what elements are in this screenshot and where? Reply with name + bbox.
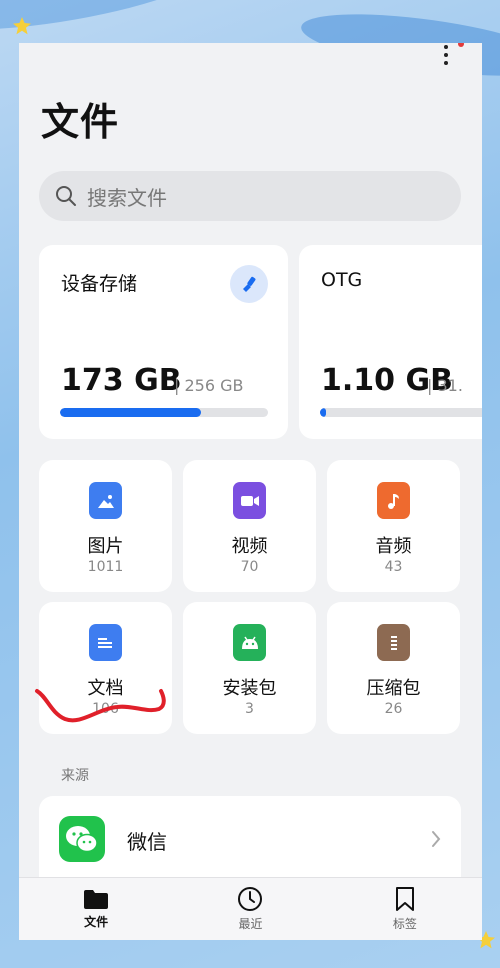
category-label: 音频 — [375, 536, 412, 557]
image-icon — [89, 482, 122, 519]
storage-progress-fill — [320, 408, 326, 417]
android-icon — [233, 624, 266, 661]
video-icon — [233, 482, 266, 519]
category-label: 图片 — [87, 536, 124, 557]
category-label: 文档 — [87, 678, 124, 699]
bookmark-icon — [395, 887, 414, 911]
category-label: 视频 — [231, 536, 268, 557]
category-count: 106 — [92, 701, 119, 717]
storage-total-value: 31. — [437, 376, 463, 395]
nav-label: 最近 — [238, 917, 263, 931]
archive-icon — [377, 624, 410, 661]
document-icon — [89, 624, 122, 661]
nav-tab-recent[interactable]: 最近 — [173, 878, 327, 940]
category-apks[interactable]: 安装包 3 — [183, 602, 316, 734]
chevron-right-icon — [432, 831, 441, 847]
folder-icon — [84, 890, 109, 909]
category-count: 1011 — [87, 559, 124, 575]
clock-icon — [238, 887, 263, 911]
storage-total: | 256 GB — [174, 376, 244, 395]
more-options-icon[interactable] — [436, 43, 456, 67]
storage-used: 173 GB — [61, 363, 182, 398]
category-videos[interactable]: 视频 70 — [183, 460, 316, 592]
nav-tab-tags[interactable]: 标签 — [328, 878, 482, 940]
category-label: 压缩包 — [366, 678, 421, 699]
storage-total: | 31. — [427, 376, 463, 395]
source-label: 微信 — [127, 830, 167, 854]
category-images[interactable]: 图片 1011 — [39, 460, 172, 592]
category-count: 26 — [384, 701, 403, 717]
category-label: 安装包 — [222, 678, 277, 699]
search-icon — [56, 186, 76, 206]
category-count: 43 — [384, 559, 403, 575]
page-title: 文件 — [41, 100, 120, 144]
storage-progress-bar — [60, 408, 268, 417]
music-icon — [377, 482, 410, 519]
storage-progress-fill — [60, 408, 201, 417]
notification-dot — [458, 43, 464, 47]
category-archives[interactable]: 压缩包 26 — [327, 602, 460, 734]
device-storage-card[interactable]: 设备存储 173 GB | 256 GB — [39, 245, 288, 439]
nav-label: 文件 — [84, 915, 109, 929]
star-decoration-icon — [13, 17, 31, 35]
storage-name: OTG — [321, 269, 363, 291]
sources-section-label: 来源 — [61, 768, 89, 784]
nav-tab-files[interactable]: 文件 — [19, 878, 173, 940]
wechat-icon — [59, 816, 105, 862]
background-streak — [0, 0, 223, 46]
search-placeholder: 搜索文件 — [87, 185, 167, 210]
category-audio[interactable]: 音频 43 — [327, 460, 460, 592]
category-count: 3 — [245, 701, 254, 717]
broom-icon — [243, 276, 256, 292]
storage-progress-bar — [320, 408, 482, 417]
file-manager-screen: 文件 搜索文件 设备存储 173 GB | 256 GB OTG 1.10 GB… — [19, 43, 482, 940]
category-documents[interactable]: 文档 106 — [39, 602, 172, 734]
storage-name: 设备存储 — [61, 273, 138, 295]
cleanup-button[interactable] — [230, 265, 268, 303]
source-item-wechat[interactable]: 微信 — [39, 796, 461, 880]
otg-storage-card[interactable]: OTG 1.10 GB | 31. — [299, 245, 482, 439]
search-bar[interactable]: 搜索文件 — [39, 171, 461, 221]
category-count: 70 — [240, 559, 259, 575]
storage-total-value: 256 GB — [184, 376, 244, 395]
nav-label: 标签 — [392, 917, 417, 931]
bottom-navigation: 文件 最近 标签 — [19, 877, 482, 940]
